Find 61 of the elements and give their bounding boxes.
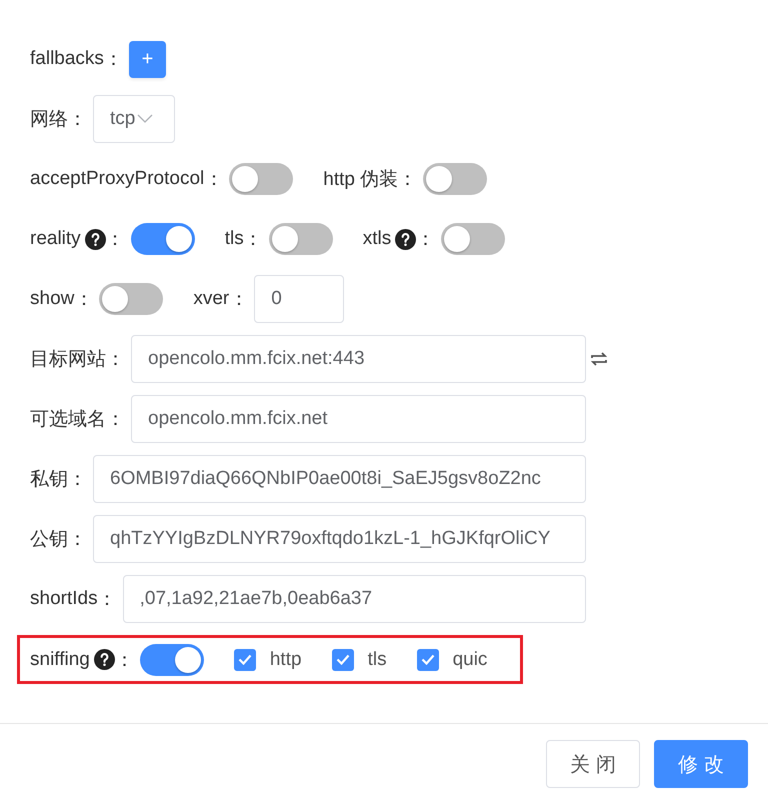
toggle-switch[interactable] (423, 163, 488, 195)
field-label: 可选域名 (30, 408, 106, 432)
select-field[interactable]: tcp (93, 95, 175, 143)
check-icon (238, 654, 252, 665)
check-icon (420, 654, 435, 665)
field-label: xver (193, 288, 230, 310)
field-label: fallbacks (30, 48, 104, 70)
field-label: 私钥 (30, 468, 68, 492)
field-label: reality (30, 228, 81, 250)
colon: ： (68, 108, 87, 132)
chevron-down-icon (137, 114, 154, 124)
input-field[interactable]: 6OMBI97diaQ66QNbIP0ae00t8i_SaEJ5gsv8oZ2nc (93, 455, 586, 503)
help-icon[interactable] (84, 228, 106, 250)
field-label: sniffing (30, 648, 90, 670)
help-icon[interactable] (395, 228, 416, 250)
checkbox[interactable] (332, 648, 354, 670)
input-field[interactable]: opencolo.mm.fcix.net:443 (131, 335, 586, 383)
colon: ： (244, 228, 263, 252)
colon: ： (106, 408, 125, 432)
close-button[interactable]: 关闭 (546, 740, 640, 788)
colon: ： (204, 168, 224, 192)
toggle-switch[interactable] (99, 283, 164, 315)
checkbox[interactable] (234, 648, 256, 670)
checkbox-label: http (270, 648, 302, 670)
colon: ： (114, 648, 134, 672)
field-label: tls (224, 228, 244, 250)
input-field[interactable]: 0 (254, 275, 344, 323)
colon: ： (104, 48, 123, 72)
swap-icon[interactable] (590, 351, 608, 367)
colon: ： (68, 528, 87, 552)
toggle-switch[interactable] (130, 223, 195, 255)
input-field[interactable]: opencolo.mm.fcix.net (131, 395, 586, 443)
colon: ： (74, 288, 94, 312)
field-label: 公钥 (30, 528, 68, 552)
colon: ： (106, 348, 125, 372)
colon: ： (68, 468, 87, 492)
help-icon[interactable] (94, 649, 115, 670)
field-label: acceptProxyProtocol (30, 168, 204, 190)
colon: ： (98, 588, 117, 612)
field-label: shortIds (30, 588, 98, 610)
checkbox-label: quic (452, 648, 488, 670)
field-label: 目标网站 (30, 348, 106, 372)
colon: ： (398, 168, 418, 192)
toggle-switch[interactable] (268, 223, 333, 255)
input-field[interactable]: ,07,1a92,21ae7b,0eab6a37 (122, 575, 586, 623)
field-label: 网络 (30, 108, 68, 132)
checkbox[interactable] (416, 648, 439, 670)
submit-button[interactable]: 修改 (654, 740, 748, 788)
toggle-switch[interactable] (441, 223, 506, 255)
field-label: http 伪装 (323, 168, 398, 192)
checkbox-label: tls (368, 648, 387, 670)
field-label: xtls (362, 228, 392, 250)
toggle-switch[interactable] (229, 163, 294, 195)
colon: ： (106, 228, 125, 252)
field-label: show (30, 288, 74, 310)
add-button[interactable]: + (128, 40, 166, 78)
input-field[interactable]: qhTzYYIgBzDLNYR79oxftqdo1kzL-1_hGJKfqrOliCY (93, 515, 586, 563)
toggle-switch[interactable] (140, 644, 204, 676)
colon: ： (416, 228, 436, 252)
colon: ： (229, 288, 248, 312)
check-icon (336, 654, 350, 665)
